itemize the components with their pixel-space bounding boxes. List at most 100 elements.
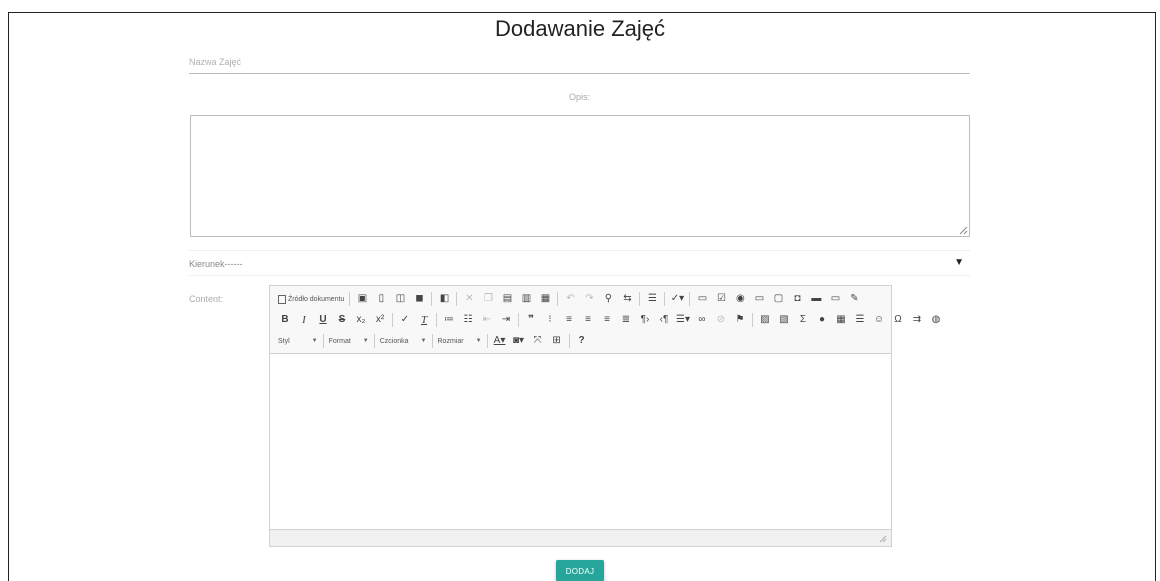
flash-icon[interactable]: ▧ (777, 312, 791, 328)
special-char-icon[interactable]: Ω (891, 312, 905, 328)
table-icon[interactable]: ▦ (834, 312, 848, 328)
name-input[interactable] (189, 52, 970, 72)
italic-icon[interactable]: I (297, 312, 311, 328)
superscript-icon[interactable]: x² (373, 312, 387, 328)
page-break-icon[interactable]: ⇉ (910, 312, 924, 328)
align-center-icon[interactable]: ≡ (581, 312, 595, 328)
paste-icon[interactable]: ▤ (500, 291, 514, 307)
radio-icon[interactable]: ◉ (733, 291, 747, 307)
image-button-icon[interactable]: ▭ (828, 291, 842, 307)
find-icon[interactable]: ⚲ (601, 291, 615, 307)
chevron-down-icon: ▼ (362, 338, 369, 344)
button-field-icon[interactable]: ▬ (809, 291, 823, 307)
textfield-icon[interactable]: ▭ (752, 291, 766, 307)
indent-icon[interactable]: ⇥ (499, 312, 513, 328)
math-icon[interactable]: Σ (796, 312, 810, 328)
print-icon[interactable]: ◼ (412, 291, 426, 307)
source-button[interactable]: Źródło dokumentu (278, 291, 344, 307)
checkbox-icon[interactable]: ☑ (714, 291, 728, 307)
styl-combo[interactable]: Styl ▼ (278, 333, 318, 349)
submit-button[interactable]: DODAJ (556, 560, 604, 581)
copy-format-icon[interactable]: ✓ (398, 312, 412, 328)
form-icon[interactable]: ▭ (695, 291, 709, 307)
toolbar-separator (664, 292, 666, 306)
horizontal-line-icon[interactable]: ☰ (853, 312, 867, 328)
anchor-icon[interactable]: ⚑ (733, 312, 747, 328)
page-title: Dodawanie Zajęć (495, 16, 665, 41)
rtl-icon[interactable]: ‹¶ (657, 312, 671, 328)
bold-icon[interactable]: B (278, 312, 292, 328)
link-icon[interactable]: ∞ (695, 312, 709, 328)
toolbar-separator (431, 334, 433, 348)
unlink-icon[interactable]: ⊘ (714, 312, 728, 328)
smiley-icon[interactable]: ☺ (872, 312, 886, 328)
redo-icon[interactable]: ↷ (582, 291, 596, 307)
editor-footer (270, 529, 891, 546)
toolbar-separator (456, 292, 458, 306)
spellcheck-icon[interactable]: ✓▾ (670, 291, 684, 307)
toolbar-separator (431, 292, 433, 306)
iframe-icon[interactable]: ◍ (929, 312, 943, 328)
paste-text-icon[interactable]: ▥ (519, 291, 533, 307)
div-icon[interactable]: ⁝ (543, 312, 557, 328)
select-field-icon[interactable]: ◘ (790, 291, 804, 307)
justify-icon[interactable]: ≣ (619, 312, 633, 328)
help-icon[interactable]: ? (575, 333, 589, 349)
opis-textarea[interactable] (190, 115, 970, 237)
templates-icon[interactable]: ◧ (437, 291, 451, 307)
toolbar-separator (568, 334, 570, 348)
subscript-icon[interactable]: x₂ (354, 312, 368, 328)
format-combo[interactable]: Format ▼ (329, 333, 369, 349)
select-value: Kierunek------ (189, 259, 243, 269)
align-left-icon[interactable]: ≡ (562, 312, 576, 328)
resize-grip-icon[interactable] (958, 225, 968, 235)
paste-word-icon[interactable]: ▦ (538, 291, 552, 307)
numbered-list-icon[interactable]: ≔ (442, 312, 456, 328)
toolbar-separator (518, 313, 519, 327)
toolbar-separator (373, 334, 375, 348)
underline-icon[interactable]: U (316, 312, 330, 328)
show-blocks-icon[interactable]: ⊞ (550, 333, 564, 349)
bg-color-icon[interactable]: ◙▾ (512, 333, 526, 349)
editor-toolbar: Źródło dokumentu ▣ ▯ ◫ ◼ ◧ ✕ ❐ ▤ ▥ ▦ ↶ ↷… (270, 286, 940, 354)
rich-text-editor: Źródło dokumentu ▣ ▯ ◫ ◼ ◧ ✕ ❐ ▤ ▥ ▦ ↶ ↷… (269, 285, 940, 547)
toolbar-separator (436, 313, 437, 327)
blockquote-icon[interactable]: ❞ (524, 312, 538, 328)
toolbar-separator (557, 292, 559, 306)
outdent-icon[interactable]: ⇤ (480, 312, 494, 328)
editor-body[interactable] (270, 354, 891, 529)
opis-label: Opis: (568, 92, 590, 102)
bulleted-list-icon[interactable]: ☷ (461, 312, 475, 328)
strike-icon[interactable]: S (335, 312, 349, 328)
undo-icon[interactable]: ↶ (563, 291, 577, 307)
language-icon[interactable]: ☰▾ (676, 312, 690, 328)
size-combo[interactable]: Rozmiar ▼ (438, 333, 482, 349)
dropdown-arrow-icon: ▼ (954, 257, 964, 268)
select-all-icon[interactable]: ☰ (645, 291, 659, 307)
image-icon[interactable]: ▨ (758, 312, 772, 328)
size-combo-label: Rozmiar (437, 337, 464, 345)
text-color-icon[interactable]: A▾ (493, 333, 507, 349)
copy-icon[interactable]: ❐ (481, 291, 495, 307)
new-page-icon[interactable]: ▯ (374, 291, 388, 307)
font-combo[interactable]: Czcionka ▼ (380, 333, 427, 349)
ltr-icon[interactable]: ¶› (638, 312, 652, 328)
source-button-label: Źródło dokumentu (288, 295, 345, 303)
cut-icon[interactable]: ✕ (462, 291, 476, 307)
name-field-wrapper (189, 52, 970, 74)
toolbar-separator (639, 292, 641, 306)
font-combo-label: Czcionka (379, 337, 409, 345)
remove-format-icon[interactable]: T (417, 312, 431, 328)
save-icon[interactable]: ▣ (355, 291, 369, 307)
toolbar-separator (349, 292, 351, 306)
kierunek-select[interactable]: Kierunek------ ▼ (189, 250, 970, 276)
align-right-icon[interactable]: ≡ (600, 312, 614, 328)
replace-icon[interactable]: ⇆ (620, 291, 634, 307)
maximize-icon[interactable]: ⤧ (531, 333, 545, 349)
hidden-field-icon[interactable]: ✎ (847, 291, 861, 307)
toolbar-separator (486, 334, 488, 348)
textarea-icon[interactable]: ▢ (771, 291, 785, 307)
editor-resize-icon[interactable] (879, 535, 887, 543)
preview-icon[interactable]: ◫ (393, 291, 407, 307)
special-icon[interactable]: ● (815, 312, 829, 328)
